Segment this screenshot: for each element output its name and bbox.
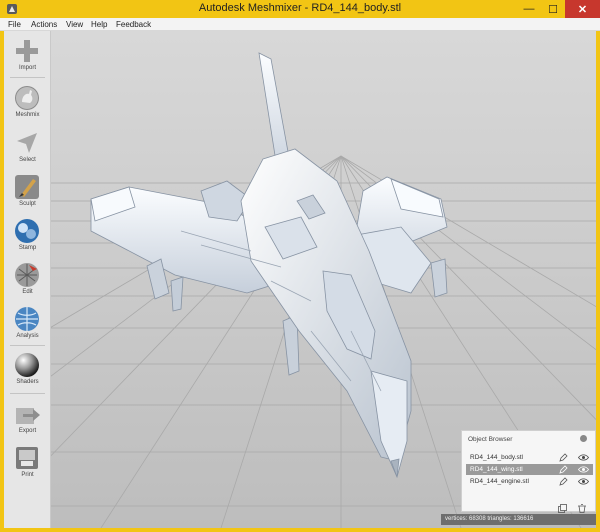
menu-feedback[interactable]: Feedback — [116, 18, 151, 31]
tool-label: Analysis — [16, 333, 39, 339]
arrow-cursor-icon — [17, 133, 37, 153]
pencil-icon[interactable] — [559, 453, 568, 462]
title-bar[interactable]: Autodesk Meshmixer - RD4_144_body.stl — … — [0, 0, 600, 18]
tool-meshmix[interactable]: Meshmix — [4, 80, 51, 124]
tool-print[interactable]: Print — [4, 440, 51, 484]
main-content: Import Meshmix Select Sculpt Stamp Edit … — [4, 31, 596, 528]
window-title: Autodesk Meshmixer - RD4_144_body.stl — [198, 2, 402, 14]
tool-label: Import — [18, 65, 36, 71]
menu-actions[interactable]: Actions — [31, 18, 57, 31]
eye-icon[interactable] — [578, 454, 589, 461]
export-arrow-icon — [16, 408, 40, 424]
tool-label: Edit — [22, 289, 33, 295]
tool-label: Print — [21, 472, 34, 478]
app-window: Autodesk Meshmixer - RD4_144_body.stl — … — [0, 0, 600, 532]
tool-label: Meshmix — [15, 112, 40, 118]
maximize-button[interactable]: ☐ — [541, 0, 565, 18]
tool-label: Stamp — [18, 245, 37, 251]
pencil-icon[interactable] — [559, 477, 568, 486]
menu-file[interactable]: File — [8, 18, 21, 31]
tool-label: Sculpt — [19, 201, 36, 207]
toolbar-divider — [10, 77, 45, 78]
toolbar-divider — [10, 393, 45, 394]
object-row[interactable]: RD4_144_body.stl — [466, 452, 593, 463]
object-name: RD4_144_wing.stl — [470, 466, 523, 473]
object-row[interactable]: RD4_144_engine.stl — [466, 476, 593, 487]
tool-export[interactable]: Export — [4, 396, 51, 440]
tool-sidebar: Import Meshmix Select Sculpt Stamp Edit … — [4, 31, 51, 528]
eye-icon[interactable] — [578, 478, 589, 485]
mesh-model-ship[interactable] — [90, 52, 448, 479]
tool-label: Export — [18, 428, 37, 434]
object-row-selected[interactable]: RD4_144_wing.stl — [466, 464, 593, 475]
object-name: RD4_144_engine.stl — [470, 478, 529, 485]
tool-shaders[interactable]: Shaders — [4, 347, 51, 391]
trash-icon[interactable] — [578, 504, 586, 513]
tool-import[interactable]: Import — [4, 33, 51, 77]
analysis-sphere-icon — [15, 307, 39, 331]
brush-icon — [15, 175, 39, 199]
toolbar-divider — [10, 345, 45, 346]
object-browser-panel: Object Browser RD4_144_body.stl RD4_144_… — [461, 430, 596, 513]
stamp-icon — [15, 219, 39, 243]
menu-bar: File Actions View Help Feedback — [0, 18, 600, 31]
object-browser-actions — [558, 504, 586, 513]
eye-icon[interactable] — [578, 466, 589, 473]
tool-select[interactable]: Select — [4, 125, 51, 169]
menu-view[interactable]: View — [66, 18, 83, 31]
duplicate-icon[interactable] — [558, 504, 567, 513]
mesh-edit-icon — [15, 263, 39, 287]
tool-edit[interactable]: Edit — [4, 257, 51, 301]
close-icon[interactable] — [580, 435, 587, 442]
bunny-sphere-icon — [15, 86, 39, 110]
plus-icon — [16, 40, 38, 62]
object-name: RD4_144_body.stl — [470, 454, 523, 461]
object-browser-title: Object Browser — [468, 436, 513, 443]
tool-stamp[interactable]: Stamp — [4, 213, 51, 257]
shader-sphere-icon — [15, 353, 39, 377]
minimize-button[interactable]: — — [517, 0, 541, 18]
status-bar: vertices: 68308 triangles: 136616 — [441, 514, 596, 525]
tool-label: Shaders — [16, 379, 39, 385]
printer-icon — [16, 447, 38, 469]
close-button[interactable]: ✕ — [565, 0, 600, 18]
menu-help[interactable]: Help — [91, 18, 107, 31]
tool-sculpt[interactable]: Sculpt — [4, 169, 51, 213]
tool-label: Select — [19, 157, 36, 163]
pencil-icon[interactable] — [559, 465, 568, 474]
tool-analysis[interactable]: Analysis — [4, 301, 51, 345]
